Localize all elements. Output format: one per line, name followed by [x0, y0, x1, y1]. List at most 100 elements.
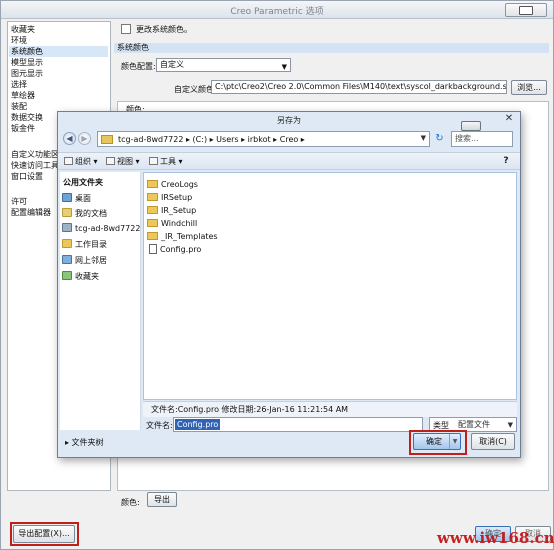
address-row: ◀ ▶ tcg-ad-8wd7722 ▸ (C:) ▸ Users ▸ irbk…	[61, 121, 517, 151]
folder-icon	[62, 239, 72, 248]
file-item[interactable]: Windchill	[147, 217, 197, 230]
window-title: Creo Parametric 选项	[230, 7, 324, 17]
browse-button[interactable]: 浏览...	[511, 80, 547, 95]
forward-button[interactable]: ▶	[78, 132, 91, 145]
change-system-colors-label: 更改系统颜色。	[136, 25, 192, 34]
nav-item-data-exchange[interactable]: 数据交换	[11, 112, 43, 123]
dialog-close-button[interactable]: ✕	[503, 114, 515, 125]
file-item[interactable]: Config.pro	[147, 243, 201, 256]
tools-icon	[149, 157, 158, 165]
file-name: _IR_Templates	[161, 232, 218, 241]
file-type-value: 配置文件	[458, 420, 490, 429]
chevron-down-icon[interactable]: ▼	[421, 134, 426, 142]
nav-item-assembly[interactable]: 装配	[11, 101, 27, 112]
folder-tree-toggle[interactable]: ▸ 文件夹树	[65, 437, 104, 448]
views-icon	[106, 157, 115, 165]
section-header: 系统颜色	[114, 43, 549, 53]
filename-value: Config.pro	[175, 419, 221, 430]
window-close-button[interactable]	[505, 3, 547, 17]
tree-item-my-documents[interactable]: 我的文档	[62, 207, 107, 220]
filename-input[interactable]: Config.pro	[173, 417, 423, 432]
file-name: IRSetup	[161, 193, 193, 202]
tree-item-label: 收藏夹	[75, 272, 99, 281]
nav-item-customize-ribbon[interactable]: 自定义功能区	[11, 149, 59, 160]
tree-item-label: 我的文档	[75, 209, 107, 218]
tree-item-desktop[interactable]: 桌面	[62, 192, 91, 205]
save-as-dialog: 另存为 ✕ ◀ ▶ tcg-ad-8wd7722 ▸ (C:) ▸ Users …	[57, 111, 521, 458]
computer-icon	[62, 223, 72, 232]
nav-item-system-colors[interactable]: 系统颜色	[9, 46, 108, 57]
network-icon	[62, 255, 72, 264]
nav-item-model-display[interactable]: 模型显示	[11, 57, 43, 68]
dialog-title-bar: 另存为 ✕	[58, 112, 520, 128]
refresh-icon[interactable]: ↻	[433, 132, 446, 146]
folder-icon	[147, 219, 158, 227]
nav-item-license[interactable]: 许可	[11, 196, 27, 207]
nav-item-selection[interactable]: 选择	[11, 79, 27, 90]
file-list: CreoLogs IRSetup IR_Setup Windchill _IR_…	[143, 172, 517, 400]
color-config-select[interactable]: 自定义 ▼	[156, 58, 291, 72]
cancel-button[interactable]: 取消(C)	[471, 433, 515, 450]
tools-menu[interactable]: 工具 ▾	[149, 156, 183, 167]
window-icon[interactable]	[461, 121, 481, 131]
organize-label: 组织	[75, 157, 91, 166]
organize-icon	[64, 157, 73, 165]
folder-icon	[147, 193, 158, 201]
document-icon	[149, 244, 157, 254]
navigation-tree: 公用文件夹 桌面 我的文档 tcg-ad-8wd7722 工作目录 网上邻居 收…	[60, 172, 141, 430]
restore-icon	[519, 6, 533, 15]
views-menu[interactable]: 视图 ▾	[106, 156, 140, 167]
filename-label: 文件名:	[146, 421, 173, 430]
address-bar[interactable]: tcg-ad-8wd7722 ▸ (C:) ▸ Users ▸ irbkot ▸…	[97, 131, 430, 147]
custom-color-file-field[interactable]: C:\ptc\Creo2\Creo 2.0\Common Files\M140\…	[211, 80, 507, 94]
nav-item-environment[interactable]: 环境	[11, 35, 27, 46]
tree-item-label: 网上邻居	[75, 256, 107, 265]
file-name: IR_Setup	[161, 206, 197, 215]
nav-item-window-settings[interactable]: 窗口设置	[11, 171, 43, 182]
folder-icon	[147, 206, 158, 214]
tree-item-label: 桌面	[75, 194, 91, 203]
colors-bottom-label: 颜色:	[121, 498, 140, 507]
documents-icon	[62, 208, 72, 217]
ok-highlight	[409, 430, 467, 455]
color-config-value: 自定义	[160, 60, 184, 69]
nav-item-config-editor[interactable]: 配置编辑器	[11, 207, 51, 218]
tree-item-computer[interactable]: tcg-ad-8wd7722	[62, 222, 140, 235]
desktop-icon	[62, 193, 72, 202]
tools-label: 工具	[160, 157, 176, 166]
title-bar: Creo Parametric 选项	[1, 1, 553, 19]
views-label: 视图	[117, 157, 133, 166]
dialog-toolbar: 组织 ▾ 视图 ▾ 工具 ▾ ?	[58, 152, 520, 170]
export-colors-button[interactable]: 导出	[147, 492, 177, 507]
file-details: 文件名:Config.pro 修改日期:26-Jan-16 11:21:54 A…	[143, 401, 517, 417]
search-input[interactable]: 搜索...	[451, 131, 513, 147]
folder-icon	[147, 180, 158, 188]
watermark: www.iw168.cn	[437, 529, 554, 547]
nav-item-sheetmetal[interactable]: 钣金件	[11, 123, 35, 134]
file-item[interactable]: IRSetup	[147, 191, 192, 204]
chevron-down-icon: ▼	[507, 421, 513, 429]
tree-item-label: tcg-ad-8wd7722	[75, 224, 141, 233]
color-config-label: 颜色配置:	[121, 62, 156, 71]
help-icon[interactable]: ?	[500, 155, 512, 167]
tree-item-network[interactable]: 网上邻居	[62, 254, 107, 267]
file-name: Windchill	[161, 219, 198, 228]
dialog-title: 另存为	[277, 116, 301, 125]
file-item[interactable]: CreoLogs	[147, 178, 198, 191]
back-button[interactable]: ◀	[63, 132, 76, 145]
tree-item-working-directory[interactable]: 工作目录	[62, 238, 107, 251]
file-item[interactable]: _IR_Templates	[147, 230, 218, 243]
change-system-colors-checkbox[interactable]	[121, 24, 131, 34]
file-name: CreoLogs	[161, 180, 198, 189]
folder-icon	[101, 135, 113, 144]
nav-item-favorites[interactable]: 收藏夹	[11, 24, 35, 35]
file-item[interactable]: IR_Setup	[147, 204, 196, 217]
tree-item-label: 工作目录	[75, 240, 107, 249]
tree-item-favorites[interactable]: 收藏夹	[62, 270, 99, 283]
organize-menu[interactable]: 组织 ▾	[64, 156, 98, 167]
nav-item-sketcher[interactable]: 草绘器	[11, 90, 35, 101]
common-folders-header: 公用文件夹	[63, 178, 103, 187]
favorites-icon	[62, 271, 72, 280]
chevron-down-icon: ▼	[281, 63, 287, 71]
nav-item-entity-display[interactable]: 图元显示	[11, 68, 43, 79]
